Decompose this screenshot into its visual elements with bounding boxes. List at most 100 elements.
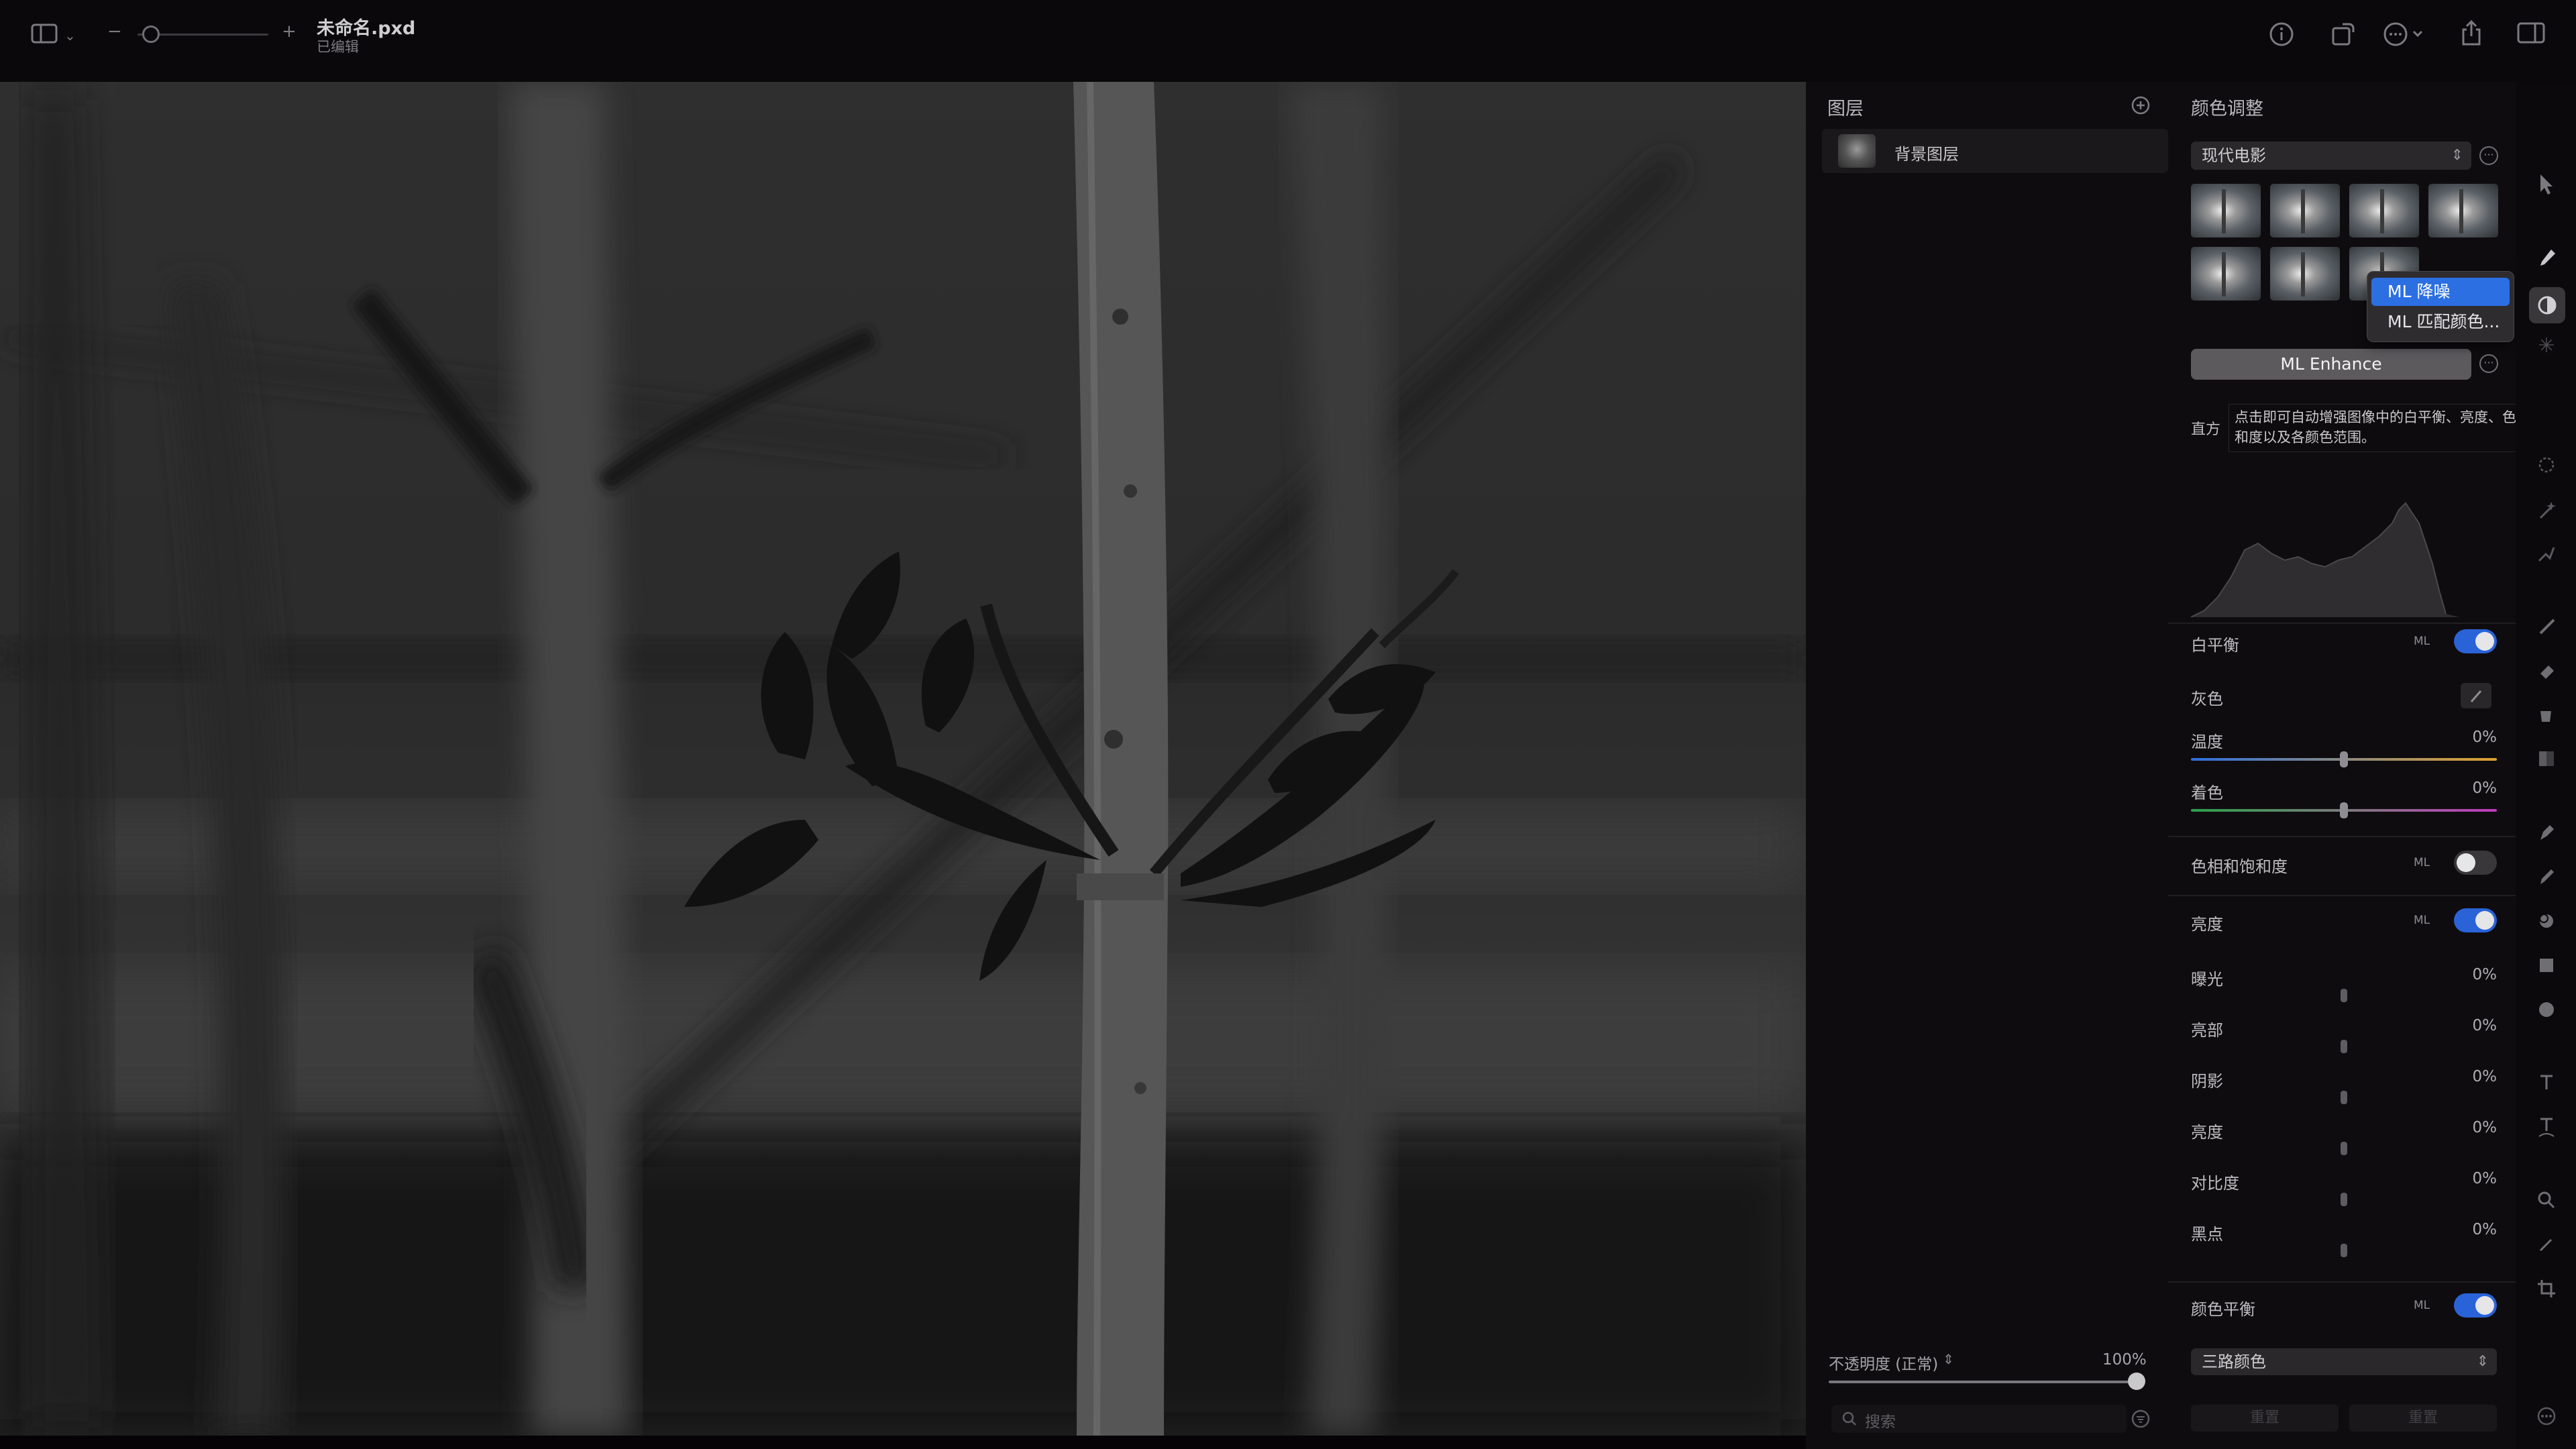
opacity-value: 100%	[2102, 1351, 2147, 1368]
paint-bucket-icon[interactable]	[2533, 704, 2560, 730]
arrow-select-icon[interactable]	[2533, 173, 2560, 201]
tint-label: 着色	[2191, 784, 2223, 802]
ml-enhance-button[interactable]: ML Enhance	[2191, 349, 2471, 380]
sparkle-icon[interactable]: ✳	[2533, 334, 2560, 358]
contrast-label: 对比度	[2191, 1174, 2239, 1193]
temperature-value: 0%	[2472, 729, 2498, 746]
ml-tag: ML	[2414, 635, 2430, 648]
contrast-value: 0%	[2472, 1170, 2498, 1187]
preset-thumbnail[interactable]	[2349, 184, 2419, 237]
layer-search-input[interactable]: 搜索	[1831, 1405, 2127, 1433]
temperature-slider-knob[interactable]	[2340, 751, 2348, 767]
color-picker-icon[interactable]	[2533, 247, 2560, 275]
color-balance-mode-value: 三路颜色	[2202, 1352, 2266, 1371]
zoom-out-button[interactable]: −	[107, 20, 122, 43]
highlights-value: 0%	[2472, 1017, 2498, 1034]
crop-icon[interactable]	[2533, 1279, 2560, 1304]
clone-stamp-icon[interactable]	[2533, 911, 2560, 936]
adjust-tool-icon[interactable]	[2529, 287, 2565, 323]
search-placeholder: 搜索	[1865, 1413, 1896, 1431]
layer-thumbnail	[1838, 134, 1876, 168]
lightness-toggle[interactable]	[2454, 908, 2497, 932]
enhance-context-menu: ML 降噪 ML 匹配颜色...	[2367, 271, 2514, 342]
preset-thumbnail[interactable]	[2191, 184, 2261, 237]
tint-slider-knob[interactable]	[2340, 802, 2348, 818]
layers-panel	[1806, 82, 2168, 1449]
eyedropper-icon[interactable]	[2461, 683, 2491, 708]
gray-label: 灰色	[2191, 690, 2223, 708]
share-icon[interactable]	[2459, 19, 2483, 51]
plus-circle-icon[interactable]	[2131, 95, 2151, 118]
divider	[2168, 895, 2516, 896]
ml-tag: ML	[2414, 856, 2430, 869]
more-tools-icon[interactable]	[2533, 1406, 2560, 1432]
contrast-slider-knob[interactable]	[2341, 1193, 2347, 1206]
reset-button[interactable]: 重置	[2191, 1405, 2339, 1432]
black-point-slider-knob[interactable]	[2341, 1244, 2347, 1257]
opacity-label[interactable]: 不透明度 (正常)	[1829, 1351, 1938, 1374]
preset-select[interactable]: 现代电影 ⇕	[2191, 142, 2471, 170]
highlights-slider-knob[interactable]	[2341, 1040, 2347, 1053]
black-point-label: 黑点	[2191, 1225, 2223, 1244]
gradient-icon[interactable]	[2533, 749, 2560, 774]
divider	[2168, 836, 2516, 837]
layers-panel-title: 图层	[1827, 99, 1864, 119]
text-tool-icon[interactable]	[2533, 1072, 2560, 1097]
image-canvas[interactable]	[0, 82, 1806, 1436]
brush-icon[interactable]	[2533, 616, 2560, 641]
brightness-value: 0%	[2472, 1119, 2498, 1136]
reset-button[interactable]: 重置	[2349, 1405, 2497, 1432]
menu-item-ml-denoise[interactable]: ML 降噪	[2371, 278, 2510, 306]
preset-thumbnail[interactable]	[2270, 184, 2340, 237]
brightness-label: 亮度	[2191, 1123, 2223, 1142]
ml-tag: ML	[2414, 1299, 2430, 1312]
hue-saturation-toggle[interactable]	[2454, 851, 2497, 875]
magic-wand-icon[interactable]	[2533, 500, 2560, 526]
rotate-icon[interactable]	[2330, 20, 2356, 51]
eyedropper-tool-icon[interactable]	[2533, 1234, 2560, 1260]
sidebar-icon[interactable]	[31, 23, 60, 48]
eraser-icon[interactable]	[2533, 660, 2560, 686]
photo-image	[0, 82, 1806, 1436]
info-icon[interactable]	[2269, 21, 2294, 51]
brightness-slider-knob[interactable]	[2341, 1142, 2347, 1155]
exposure-slider-knob[interactable]	[2341, 989, 2347, 1002]
exposure-label: 曝光	[2191, 970, 2223, 989]
preset-more-icon[interactable]: ···	[2479, 146, 2498, 165]
shadows-slider-knob[interactable]	[2341, 1091, 2347, 1104]
divider	[2168, 623, 2516, 624]
zoom-tool-icon[interactable]	[2533, 1190, 2560, 1216]
color-balance-toggle[interactable]	[2454, 1293, 2497, 1318]
text-on-path-icon[interactable]	[2533, 1116, 2560, 1144]
menu-item-ml-match-color[interactable]: ML 匹配颜色...	[2371, 308, 2510, 336]
zoom-in-button[interactable]: +	[282, 20, 297, 43]
updown-icon[interactable]: ⇕	[1943, 1351, 1954, 1367]
exposure-value: 0%	[2472, 966, 2498, 983]
updown-icon: ⇕	[2476, 1353, 2489, 1370]
hue-saturation-label: 色相和饱和度	[2191, 857, 2288, 876]
opacity-slider[interactable]	[1829, 1381, 2137, 1383]
inspector-toggle-icon[interactable]	[2517, 21, 2546, 48]
pencil-icon[interactable]	[2533, 867, 2560, 892]
divider	[2168, 1281, 2516, 1283]
quick-select-icon[interactable]	[2533, 543, 2560, 569]
updown-icon: ⇕	[2451, 147, 2463, 164]
preset-thumbnail[interactable]	[2428, 184, 2498, 237]
preset-thumbnail[interactable]	[2270, 247, 2340, 301]
zoom-slider-knob[interactable]	[142, 25, 160, 43]
filter-icon[interactable]	[2131, 1409, 2151, 1432]
search-icon	[1842, 1411, 1856, 1426]
rectangle-icon[interactable]	[2533, 955, 2560, 981]
lasso-icon[interactable]	[2533, 456, 2560, 482]
white-balance-toggle[interactable]	[2454, 629, 2497, 653]
chevron-down-icon[interactable]: ⌄	[64, 24, 76, 47]
pen-icon[interactable]	[2533, 822, 2560, 848]
enhance-more-icon[interactable]: ···	[2479, 354, 2498, 373]
opacity-slider-knob[interactable]	[2128, 1373, 2145, 1390]
more-options-icon[interactable]	[2383, 21, 2427, 51]
ellipse-icon[interactable]	[2533, 1000, 2560, 1025]
color-balance-mode-select[interactable]: 三路颜色 ⇕	[2191, 1348, 2497, 1375]
preset-thumbnail[interactable]	[2191, 247, 2261, 301]
white-balance-label: 白平衡	[2191, 636, 2239, 655]
title-bar	[0, 0, 2576, 82]
